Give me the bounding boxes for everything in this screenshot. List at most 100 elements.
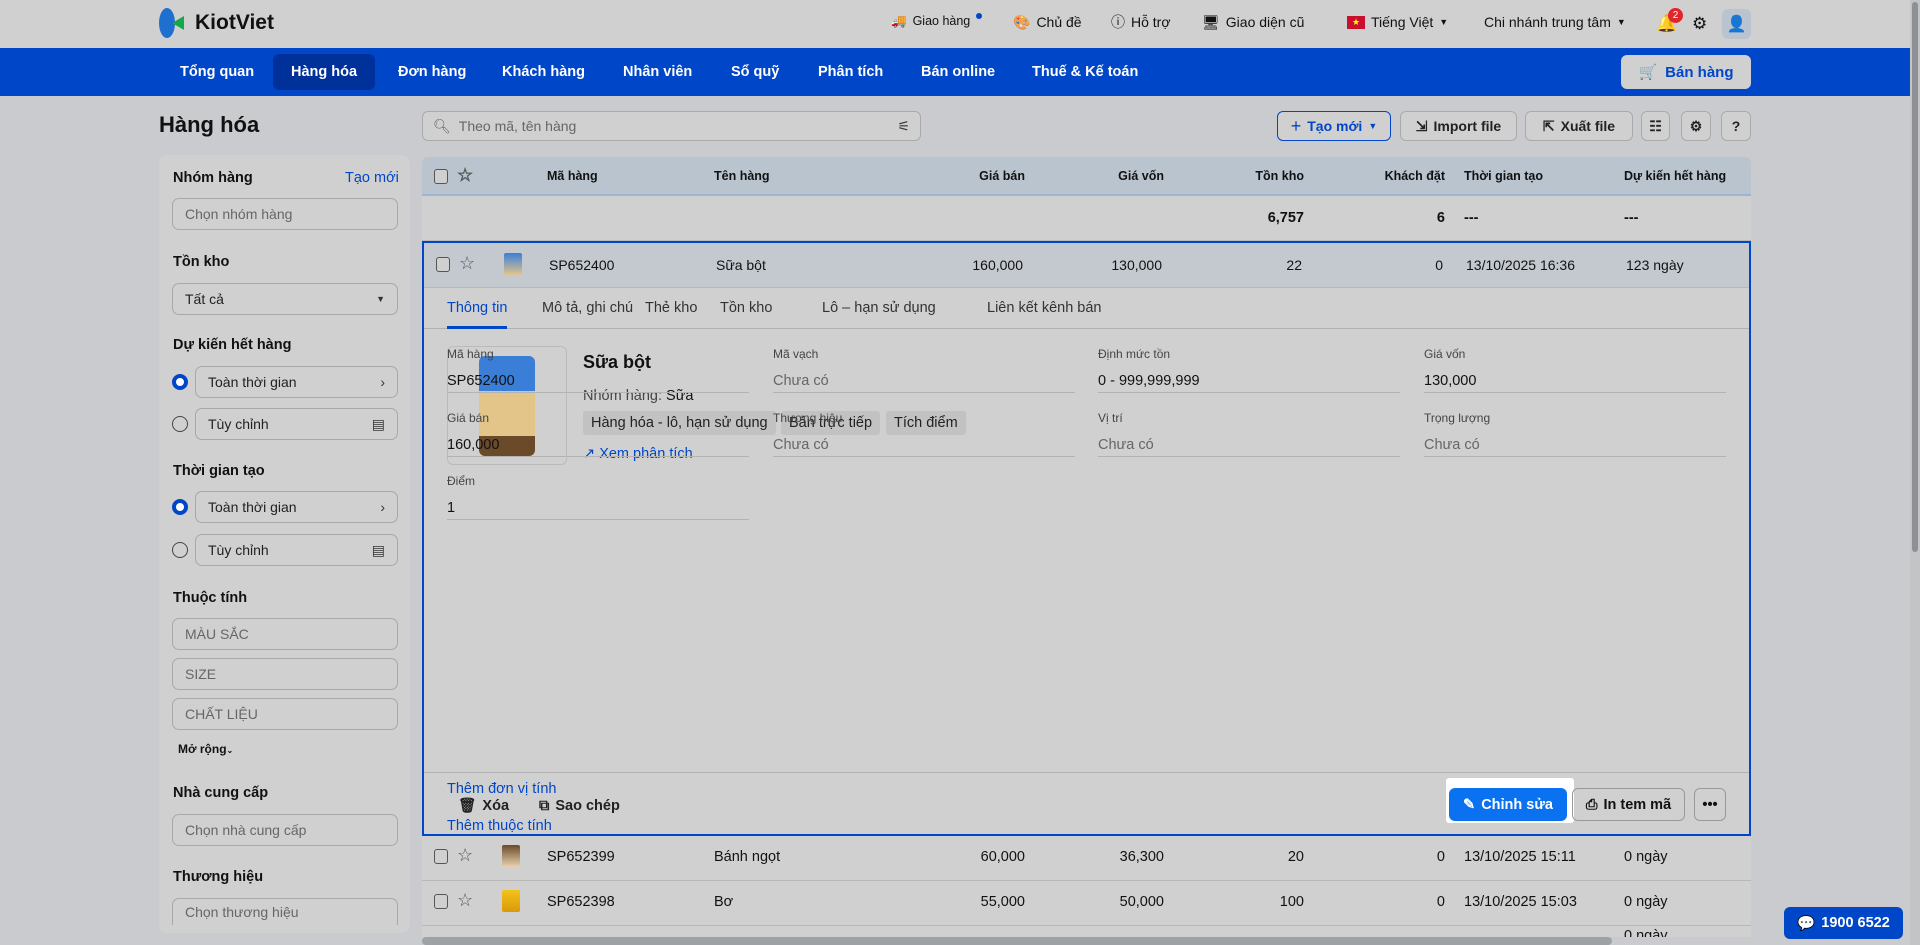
tab-3[interactable]: Tồn kho <box>720 300 772 326</box>
column-header-created[interactable]: Thời gian tạo <box>1464 169 1543 183</box>
export-file-button[interactable]: ⇱ Xuất file <box>1525 111 1633 141</box>
nav-overview[interactable]: Tổng quan <box>162 48 272 96</box>
analytics-label: Xem phân tích <box>599 446 693 462</box>
tab-2[interactable]: Thẻ kho <box>645 300 697 326</box>
branch-select[interactable]: Chi nhánh trung tâm ▼ <box>1484 14 1626 30</box>
nav-online-sales[interactable]: Bán online <box>903 48 1013 96</box>
search-input[interactable]: 🔍︎ Theo mã, tên hàng ⚟ <box>422 111 921 141</box>
column-header-stock[interactable]: Tồn kho <box>1255 169 1304 183</box>
nav-tax-accounting[interactable]: Thuế & Kế toán <box>1014 48 1156 96</box>
detail-tabs: Thông tin Mô tả, ghi chú Thẻ kho Tồn kho Lô … <box>424 288 1749 329</box>
import-file-button[interactable]: ⇲ Import file <box>1400 111 1517 141</box>
tab-5[interactable]: Liên kết kênh bán <box>987 300 1101 326</box>
more-actions-button[interactable]: ••• <box>1694 788 1726 821</box>
create-new-button[interactable]: + Tạo mới ▼ <box>1277 111 1391 141</box>
filter-sliders-icon[interactable]: ⚟ <box>897 118 910 135</box>
column-header-expected[interactable]: Dự kiến hết hàng <box>1624 169 1726 183</box>
star-icon[interactable]: ☆ <box>457 165 473 186</box>
expected-custom-radio[interactable] <box>172 416 188 432</box>
nav-customers[interactable]: Khách hàng <box>484 48 603 96</box>
tab-4[interactable]: Lô – hạn sử dụng <box>822 300 936 326</box>
star-icon[interactable]: ☆ <box>457 890 473 911</box>
horizontal-scrollbar[interactable] <box>422 937 1612 945</box>
expected-custom-option[interactable]: Tùy chỉnh ▤ <box>195 408 398 440</box>
support-link[interactable]: ⓘ Hỗ trợ <box>1111 14 1171 30</box>
avatar[interactable]: 👤 <box>1722 9 1751 39</box>
table-row[interactable]: ☆ SP652399 Bánh ngọt 60,000 36,300 20 0 13/10/2… <box>422 836 1751 881</box>
column-header-name[interactable]: Tên hàng <box>714 169 770 183</box>
created-all-radio[interactable] <box>172 499 188 515</box>
created-all-option[interactable]: Toàn thời gian › <box>195 491 398 523</box>
table-row[interactable]: ☆ SP652400 Sữa bột 160,000 130,000 22 0 13/10/2… <box>424 243 1749 288</box>
row-checkbox[interactable] <box>434 894 448 909</box>
nav-orders[interactable]: Đơn hàng <box>380 48 484 96</box>
group-select[interactable]: Chọn nhóm hàng <box>172 198 398 230</box>
expected-all-option[interactable]: Toàn thời gian › <box>195 366 398 398</box>
table-header: ☆ Mã hàng Tên hàng Giá bán Giá vốn Tồn kho Khá… <box>422 157 1751 196</box>
created-custom-option[interactable]: Tùy chỉnh ▤ <box>195 534 398 566</box>
field-label: Thương hiệu <box>773 411 843 425</box>
help-button[interactable]: ? <box>1721 111 1751 141</box>
delete-label: Xóa <box>482 797 510 814</box>
expected-filter-label: Dự kiến hết hàng <box>173 337 292 353</box>
nav-products[interactable]: Hàng hóa <box>273 54 376 90</box>
expand-attributes-link[interactable]: Mở rộng⌄ <box>178 742 233 756</box>
row-checkbox[interactable] <box>434 849 448 864</box>
delivery-link[interactable]: 🚚 Giao hàng <box>891 13 983 28</box>
column-header-ordered[interactable]: Khách đặt <box>1385 169 1445 183</box>
row-checkbox[interactable] <box>436 257 450 272</box>
field-underline <box>773 456 1075 457</box>
expected-all-radio[interactable] <box>172 374 188 390</box>
created-filter-label: Thời gian tạo <box>173 463 265 479</box>
created-custom-radio[interactable] <box>172 542 188 558</box>
product-thumbnail <box>502 890 520 912</box>
tab-1[interactable]: Mô tả, ghi chú <box>542 300 633 326</box>
star-icon[interactable]: ☆ <box>459 253 475 274</box>
notification-button[interactable]: 🔔 2 <box>1656 8 1683 34</box>
stock-select[interactable]: Tất cả ▼ <box>172 283 398 315</box>
material-attribute-input[interactable]: CHẤT LIỆU <box>172 698 398 730</box>
sell-button[interactable]: 🛒 Bán hàng <box>1621 55 1751 89</box>
color-attribute-input[interactable]: MÀU SẮC <box>172 618 398 650</box>
chevron-down-icon: ▼ <box>1439 17 1449 27</box>
sell-label: Bán hàng <box>1665 63 1734 81</box>
nav-analytics[interactable]: Phân tích <box>800 48 901 96</box>
tab-0[interactable]: Thông tin <box>447 300 508 329</box>
settings-button[interactable]: ⚙ <box>1692 14 1707 34</box>
product-thumbnail <box>502 845 520 867</box>
hotline-button[interactable]: 💬 1900 6522 <box>1784 907 1903 939</box>
group-placeholder: Chọn nhóm hàng <box>185 206 293 222</box>
table-row[interactable]: ☆ SP652398 Bơ 55,000 50,000 100 0 13/10/2025 15… <box>422 881 1751 926</box>
column-header-price[interactable]: Giá bán <box>979 169 1025 183</box>
column-header-code[interactable]: Mã hàng <box>547 169 598 183</box>
supplier-select[interactable]: Chọn nhà cung cấp <box>172 814 398 846</box>
column-view-button[interactable]: ☷ <box>1641 111 1670 141</box>
edit-button[interactable]: ✎ Chỉnh sửa <box>1449 788 1567 821</box>
select-all-checkbox[interactable] <box>434 169 448 184</box>
size-attribute-input[interactable]: SIZE <box>172 658 398 690</box>
delete-button[interactable]: 🗑 Xóa <box>458 789 509 822</box>
theme-link[interactable]: 🎨 Chủ đề <box>1013 14 1082 30</box>
language-select[interactable]: ★ Tiếng Việt ▼ <box>1347 14 1448 30</box>
field-value: Chưa có <box>1424 437 1480 453</box>
table-row-partial[interactable]: 0 ngày <box>422 926 1751 937</box>
copy-button[interactable]: ⧉ Sao chép <box>539 789 620 822</box>
field-underline <box>1424 456 1726 457</box>
column-header-cost[interactable]: Giá vốn <box>1118 169 1164 183</box>
table-settings-button[interactable]: ⚙ <box>1681 111 1711 141</box>
create-group-link[interactable]: Tạo mới <box>345 170 399 186</box>
print-label-button[interactable]: ⎙ In tem mã <box>1572 788 1685 821</box>
brand-select[interactable]: Chọn thương hiệu <box>172 898 398 925</box>
nav-staff[interactable]: Nhân viên <box>605 48 710 96</box>
product-title: Sữa bột <box>583 352 652 372</box>
view-analytics-link[interactable]: ↗ Xem phân tích <box>583 446 693 462</box>
cell-code: SP652399 <box>547 849 615 865</box>
nav-cashbook[interactable]: Sổ quỹ <box>713 48 797 96</box>
vertical-scrollbar[interactable] <box>1910 0 1920 945</box>
cell-cost: 50,000 <box>1119 894 1164 910</box>
old-ui-link[interactable]: 🖥 Giao diện cũ <box>1202 14 1304 30</box>
logo[interactable]: KiotViet <box>159 8 274 38</box>
scrollbar-thumb[interactable] <box>1912 2 1918 552</box>
star-icon[interactable]: ☆ <box>457 845 473 866</box>
chevron-down-icon: ▼ <box>1368 121 1378 131</box>
